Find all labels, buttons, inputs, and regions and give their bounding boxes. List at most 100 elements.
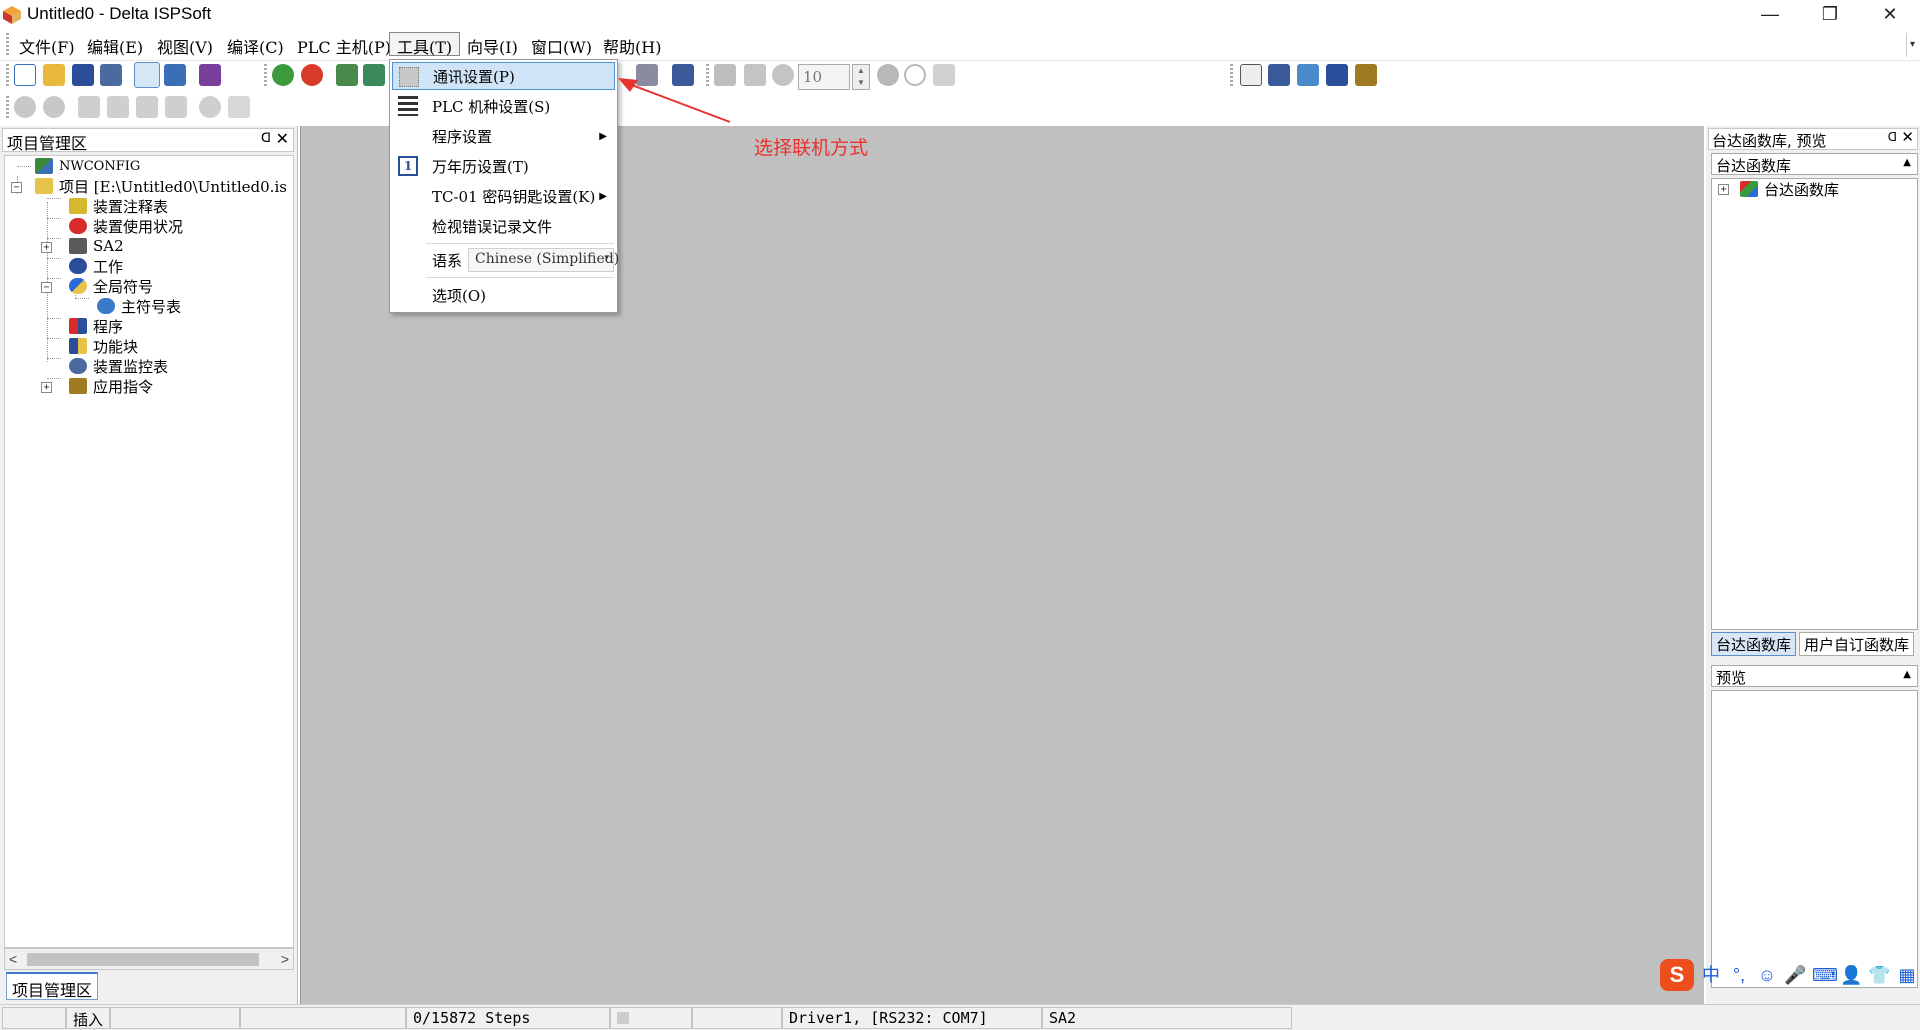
tree-item-device-usage[interactable]: 装置使用状况 bbox=[69, 216, 183, 236]
scan-value-spinner[interactable]: ▲ ▼ bbox=[852, 64, 870, 90]
expand-icon[interactable]: + bbox=[1718, 184, 1729, 195]
chevron-down-icon[interactable]: ▼ bbox=[853, 77, 869, 89]
tree-item-global-symbols[interactable]: 全局符号 bbox=[69, 276, 153, 296]
tree-item-app-instructions[interactable]: 应用指令 bbox=[69, 376, 153, 396]
collapse-icon[interactable]: − bbox=[41, 282, 52, 293]
run-icon[interactable] bbox=[272, 64, 294, 86]
tree-item-sa2[interactable]: SA2 bbox=[69, 236, 124, 256]
scroll-right-icon[interactable]: > bbox=[281, 951, 289, 967]
punctuation-icon[interactable]: °, bbox=[1728, 964, 1750, 986]
close-icon[interactable]: ✕ bbox=[276, 129, 289, 148]
scroll-left-icon[interactable]: < bbox=[9, 951, 17, 967]
menu-item-tc01[interactable]: TC-01 密码钥匙设置(K) ▶ bbox=[392, 182, 615, 210]
menu-tools[interactable]: 工具(T) bbox=[389, 32, 461, 57]
sfc-icon[interactable] bbox=[1297, 64, 1319, 86]
menu-item-error-log[interactable]: 检视错误记录文件 bbox=[392, 212, 615, 240]
tree-label: 装置注释表 bbox=[93, 197, 169, 216]
scan-value-input[interactable]: 10 bbox=[798, 64, 850, 90]
upload-icon[interactable] bbox=[363, 64, 385, 86]
toolbox-icon[interactable]: ▦ bbox=[1896, 964, 1918, 986]
sogou-logo-icon[interactable]: S bbox=[1660, 959, 1694, 991]
microphone-icon[interactable]: 🎤 bbox=[1784, 964, 1806, 986]
open-folder-icon[interactable] bbox=[43, 64, 65, 86]
status-cell-empty bbox=[2, 1007, 66, 1029]
expand-icon[interactable]: + bbox=[41, 382, 52, 393]
menu-compile[interactable]: 编译(C) bbox=[220, 33, 291, 57]
tree-item-device-monitor[interactable]: 装置监控表 bbox=[69, 356, 168, 376]
tools-menu: 通讯设置(P) PLC 机种设置(S) 程序设置 ▶ 1 万年历设置(T) TC… bbox=[389, 59, 619, 313]
menu-plc-host[interactable]: PLC 主机(P) bbox=[290, 33, 398, 57]
tree-item-function-block[interactable]: 功能块 bbox=[69, 336, 138, 356]
menu-item-comm-settings[interactable]: 通讯设置(P) bbox=[392, 62, 615, 90]
hierarchy-icon[interactable] bbox=[1240, 64, 1262, 86]
tree-item-nwconfig[interactable]: NWCONFIG bbox=[35, 156, 140, 176]
menubar-overflow-icon[interactable]: ▾ bbox=[1906, 33, 1918, 57]
minimize-button[interactable]: — bbox=[1740, 0, 1800, 29]
skin-icon[interactable]: 👕 bbox=[1868, 964, 1890, 986]
menu-item-calendar[interactable]: 1 万年历设置(T) bbox=[392, 152, 615, 180]
user-icon[interactable]: 👤 bbox=[1840, 964, 1862, 986]
project-manager-panel: 项目管理区 ᗡ ✕ NWCONFIG − 项目 [E:\Untitled0\Un… bbox=[0, 126, 298, 1004]
menu-window[interactable]: 窗口(W) bbox=[524, 33, 599, 57]
status-driver: Driver1, [RS232: COM7] bbox=[782, 1007, 1042, 1029]
menu-view[interactable]: 视图(V) bbox=[150, 33, 220, 57]
ime-language-icon[interactable]: 中 bbox=[1700, 964, 1722, 986]
tree-label: 项目 [E:\Untitled0\Untitled0.is bbox=[59, 177, 287, 196]
scroll-thumb[interactable] bbox=[27, 953, 259, 966]
keyboard-icon[interactable]: ⌨ bbox=[1812, 964, 1838, 986]
restore-button[interactable]: ❐ bbox=[1800, 0, 1860, 29]
chevron-up-icon[interactable]: ▲ bbox=[1903, 669, 1911, 680]
menu-file[interactable]: 文件(F) bbox=[12, 33, 82, 57]
close-icon[interactable]: ✕ bbox=[1901, 128, 1914, 146]
ladder-icon[interactable] bbox=[1268, 64, 1290, 86]
language-select[interactable]: Chinese (Simplified) ▾ bbox=[468, 248, 619, 272]
menu-edit[interactable]: 编辑(E) bbox=[80, 33, 150, 57]
tree-horizontal-scrollbar[interactable]: < > bbox=[4, 948, 294, 970]
globe-icon bbox=[69, 278, 87, 294]
tree-label: 主符号表 bbox=[121, 297, 182, 316]
project-manager-header: 项目管理区 ᗡ ✕ bbox=[2, 128, 294, 153]
window-layout-icon[interactable] bbox=[164, 64, 186, 86]
book-icon[interactable] bbox=[199, 64, 221, 86]
tab-delta-library[interactable]: 台达函数库 bbox=[1711, 632, 1797, 656]
menu-item-plc-model[interactable]: PLC 机种设置(S) bbox=[392, 92, 615, 120]
download-icon[interactable] bbox=[336, 64, 358, 86]
menu-help[interactable]: 帮助(H) bbox=[596, 33, 668, 57]
chevron-up-icon[interactable]: ▲ bbox=[1903, 157, 1911, 168]
fbd-icon[interactable] bbox=[1326, 64, 1348, 86]
expand-icon[interactable]: + bbox=[41, 242, 52, 253]
toolbar-grip bbox=[264, 64, 267, 88]
menu-wizard[interactable]: 向导(I) bbox=[460, 33, 525, 57]
collapse-icon[interactable]: − bbox=[11, 182, 22, 193]
tree-item-project[interactable]: 项目 [E:\Untitled0\Untitled0.is bbox=[35, 176, 287, 196]
eraser-icon bbox=[165, 96, 187, 118]
menu-separator bbox=[426, 277, 614, 278]
pin-icon[interactable]: ᗡ bbox=[1888, 130, 1897, 144]
layout-toggle-icon[interactable] bbox=[134, 62, 160, 88]
emoji-icon[interactable]: ☺ bbox=[1756, 964, 1778, 986]
pin-icon[interactable]: ᗡ bbox=[261, 131, 271, 146]
tree-item-device-comment[interactable]: 装置注释表 bbox=[69, 196, 168, 216]
print-icon[interactable] bbox=[100, 64, 122, 86]
tree-item-work[interactable]: 工作 bbox=[69, 256, 123, 276]
stop-icon[interactable] bbox=[301, 64, 323, 86]
st-icon[interactable] bbox=[1355, 64, 1377, 86]
menu-item-program-settings[interactable]: 程序设置 ▶ bbox=[392, 122, 615, 150]
tree-item-delta-library[interactable]: 台达函数库 bbox=[1740, 179, 1839, 199]
tree-item-program[interactable]: 程序 bbox=[69, 316, 123, 336]
preview-dropdown[interactable]: 预览 ▲ bbox=[1711, 665, 1918, 687]
tree-item-main-symbol-table[interactable]: 主符号表 bbox=[97, 296, 181, 316]
submenu-arrow-icon: ▶ bbox=[599, 130, 607, 142]
chevron-up-icon[interactable]: ▲ bbox=[853, 65, 869, 77]
plc-icon bbox=[69, 238, 87, 254]
monitor-icon bbox=[69, 358, 87, 374]
save-icon[interactable] bbox=[72, 64, 94, 86]
find-icon bbox=[199, 96, 221, 118]
close-button[interactable]: ✕ bbox=[1860, 0, 1920, 29]
library-dropdown[interactable]: 台达函数库 ▲ bbox=[1711, 153, 1918, 175]
tab-project-manager[interactable]: 项目管理区 bbox=[6, 972, 98, 1000]
menu-item-options[interactable]: 选项(O) bbox=[392, 281, 615, 309]
new-file-icon[interactable] bbox=[14, 64, 36, 86]
tab-user-library[interactable]: 用户自订函数库 bbox=[1799, 632, 1915, 656]
toolbar-grip bbox=[1230, 64, 1233, 88]
